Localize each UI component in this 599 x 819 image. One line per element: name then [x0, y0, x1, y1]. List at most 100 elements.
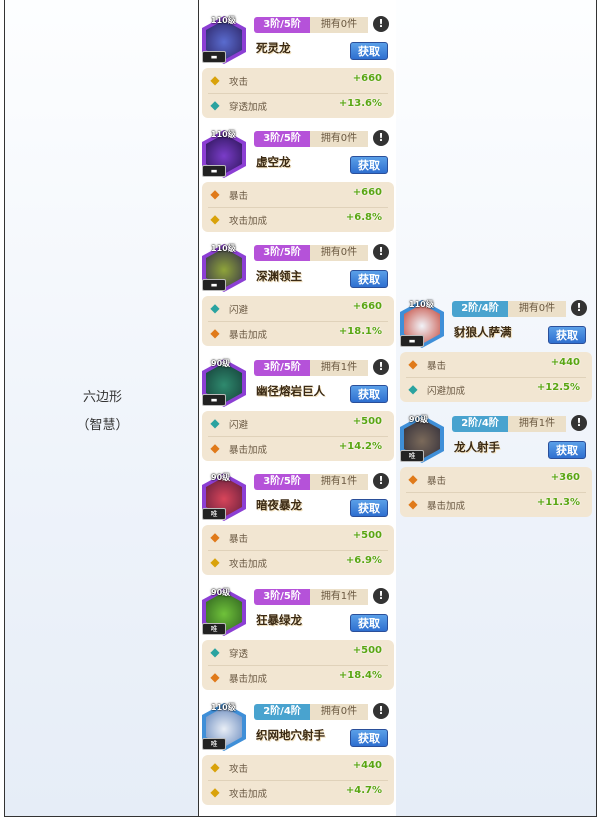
level-badge: 110级	[211, 16, 236, 25]
attack-icon: ◆	[210, 760, 220, 774]
stat-value: +440	[352, 760, 382, 771]
stats-panel: ◆ 暴击 +440 ◆ 闪避加成 +12.5%	[400, 352, 592, 402]
level-badge: 90级	[211, 473, 231, 482]
tier-badge: 2阶/4阶	[452, 416, 508, 432]
dodge-icon: ◆	[210, 416, 220, 430]
stat-label: 暴击	[427, 361, 447, 372]
category-cell: 六边形 （智慧）	[4, 0, 199, 817]
stat-value: +440	[550, 357, 580, 368]
stat-label: 攻击加成	[229, 216, 268, 227]
info-icon[interactable]: !	[373, 244, 389, 260]
level-badge: 110级	[211, 703, 236, 712]
tier-badge: 3阶/5阶	[254, 245, 310, 261]
monster-name: 织网地穴射手	[256, 728, 325, 742]
rank-badge: 唯	[202, 623, 226, 635]
crit-icon: ◆	[210, 530, 220, 544]
monster-card: 90级 唯 3阶/5阶 拥有1件 ! 暗夜暴龙 获取 ◆ 暴击 +500 ◆ 攻击加成…	[200, 471, 396, 581]
monster-card: 90级 ▬ 3阶/5阶 拥有1件 ! 幽径熔岩巨人 获取 ◆ 闪避 +500 ◆ 暴击…	[200, 357, 396, 467]
get-button[interactable]: 获取	[350, 42, 388, 60]
stat-label: 暴击	[229, 534, 249, 545]
stat-label: 暴击加成	[229, 445, 268, 456]
stat-value: +14.2%	[338, 441, 382, 452]
stat-label: 穿透加成	[229, 102, 268, 113]
stat-value: +4.7%	[345, 785, 382, 796]
monster-card: 90级 唯 2阶/4阶 拥有1件 ! 龙人射手 获取 ◆ 暴击 +360 ◆ 暴击加成…	[398, 413, 594, 523]
info-icon[interactable]: !	[571, 300, 587, 316]
tier-badge: 3阶/5阶	[254, 17, 310, 33]
crit-icon: ◆	[408, 497, 418, 511]
info-icon[interactable]: !	[373, 16, 389, 32]
stats-panel: ◆ 暴击 +360 ◆ 暴击加成 +11.3%	[400, 467, 592, 517]
rank-badge: ▬	[202, 279, 226, 291]
owned-count: 拥有0件	[310, 704, 368, 720]
stat-label: 暴击加成	[229, 674, 268, 685]
stat-value: +18.4%	[338, 670, 382, 681]
monster-card: 110级 ▬ 3阶/5阶 拥有0件 ! 深渊领主 获取 ◆ 闪避 +660 ◆ 暴击加…	[200, 242, 396, 352]
owned-count: 拥有1件	[508, 416, 566, 432]
stat-label: 攻击加成	[229, 789, 268, 800]
get-button[interactable]: 获取	[350, 729, 388, 747]
attack-icon: ◆	[210, 555, 220, 569]
stat-value: +360	[550, 472, 580, 483]
monster-card: 90级 唯 3阶/5阶 拥有1件 ! 狂暴绿龙 获取 ◆ 穿透 +500 ◆ 暴击加成…	[200, 586, 396, 696]
owned-count: 拥有0件	[508, 301, 566, 317]
rank-badge: 唯	[400, 450, 424, 462]
info-icon[interactable]: !	[373, 359, 389, 375]
owned-count: 拥有1件	[310, 589, 368, 605]
stat-label: 闪避加成	[427, 386, 466, 397]
info-icon[interactable]: !	[373, 703, 389, 719]
stats-panel: ◆ 闪避 +500 ◆ 暴击加成 +14.2%	[202, 411, 394, 461]
stat-label: 攻击	[229, 77, 249, 88]
penetration-icon: ◆	[210, 98, 220, 112]
monster-name: 幽径熔岩巨人	[256, 384, 325, 398]
get-button[interactable]: 获取	[350, 499, 388, 517]
get-button[interactable]: 获取	[350, 270, 388, 288]
stat-label: 暴击加成	[427, 501, 466, 512]
owned-count: 拥有0件	[310, 17, 368, 33]
attack-icon: ◆	[210, 212, 220, 226]
stat-value: +11.3%	[536, 497, 580, 508]
rank-badge: ▬	[202, 394, 226, 406]
level-badge: 90级	[409, 415, 429, 424]
stat-value: +500	[352, 416, 382, 427]
tier-badge: 3阶/5阶	[254, 131, 310, 147]
info-icon[interactable]: !	[373, 588, 389, 604]
stat-value: +6.9%	[345, 555, 382, 566]
level-badge: 110级	[409, 300, 434, 309]
info-icon[interactable]: !	[373, 473, 389, 489]
stat-value: +12.5%	[536, 382, 580, 393]
stats-panel: ◆ 攻击 +660 ◆ 穿透加成 +13.6%	[202, 68, 394, 118]
stat-label: 闪避	[229, 305, 249, 316]
category-label: 六边形	[82, 390, 122, 405]
stat-label: 穿透	[229, 649, 249, 660]
stat-value: +6.8%	[345, 212, 382, 223]
tier-badge: 3阶/5阶	[254, 589, 310, 605]
rank-badge: 唯	[202, 508, 226, 520]
owned-count: 拥有1件	[310, 474, 368, 490]
monster-name: 虚空龙	[256, 155, 291, 169]
tier-badge: 2阶/4阶	[452, 301, 508, 317]
get-button[interactable]: 获取	[350, 156, 388, 174]
stat-value: +500	[352, 645, 382, 656]
stat-label: 暴击	[427, 476, 447, 487]
rank-badge: 唯	[202, 738, 226, 750]
stat-value: +660	[352, 301, 382, 312]
get-button[interactable]: 获取	[350, 614, 388, 632]
crit-icon: ◆	[210, 441, 220, 455]
stats-panel: ◆ 闪避 +660 ◆ 暴击加成 +18.1%	[202, 296, 394, 346]
stat-label: 暴击加成	[229, 330, 268, 341]
monster-name: 深渊领主	[256, 269, 302, 283]
info-icon[interactable]: !	[571, 415, 587, 431]
card-column-2	[396, 0, 597, 817]
stat-value: +18.1%	[338, 326, 382, 337]
monster-name: 狂暴绿龙	[256, 613, 302, 627]
monster-card: 110级 唯 2阶/4阶 拥有0件 ! 织网地穴射手 获取 ◆ 攻击 +440 ◆ 攻…	[200, 701, 396, 811]
get-button[interactable]: 获取	[350, 385, 388, 403]
info-icon[interactable]: !	[373, 130, 389, 146]
monster-card: 110级 ▬ 3阶/5阶 拥有0件 ! 死灵龙 获取 ◆ 攻击 +660 ◆ 穿透加成…	[200, 14, 396, 124]
get-button[interactable]: 获取	[548, 326, 586, 344]
tier-badge: 2阶/4阶	[254, 704, 310, 720]
get-button[interactable]: 获取	[548, 441, 586, 459]
crit-icon: ◆	[210, 670, 220, 684]
monster-card: 110级 ▬ 2阶/4阶 拥有0件 ! 豺狼人萨满 获取 ◆ 暴击 +440 ◆ 闪避…	[398, 298, 594, 408]
